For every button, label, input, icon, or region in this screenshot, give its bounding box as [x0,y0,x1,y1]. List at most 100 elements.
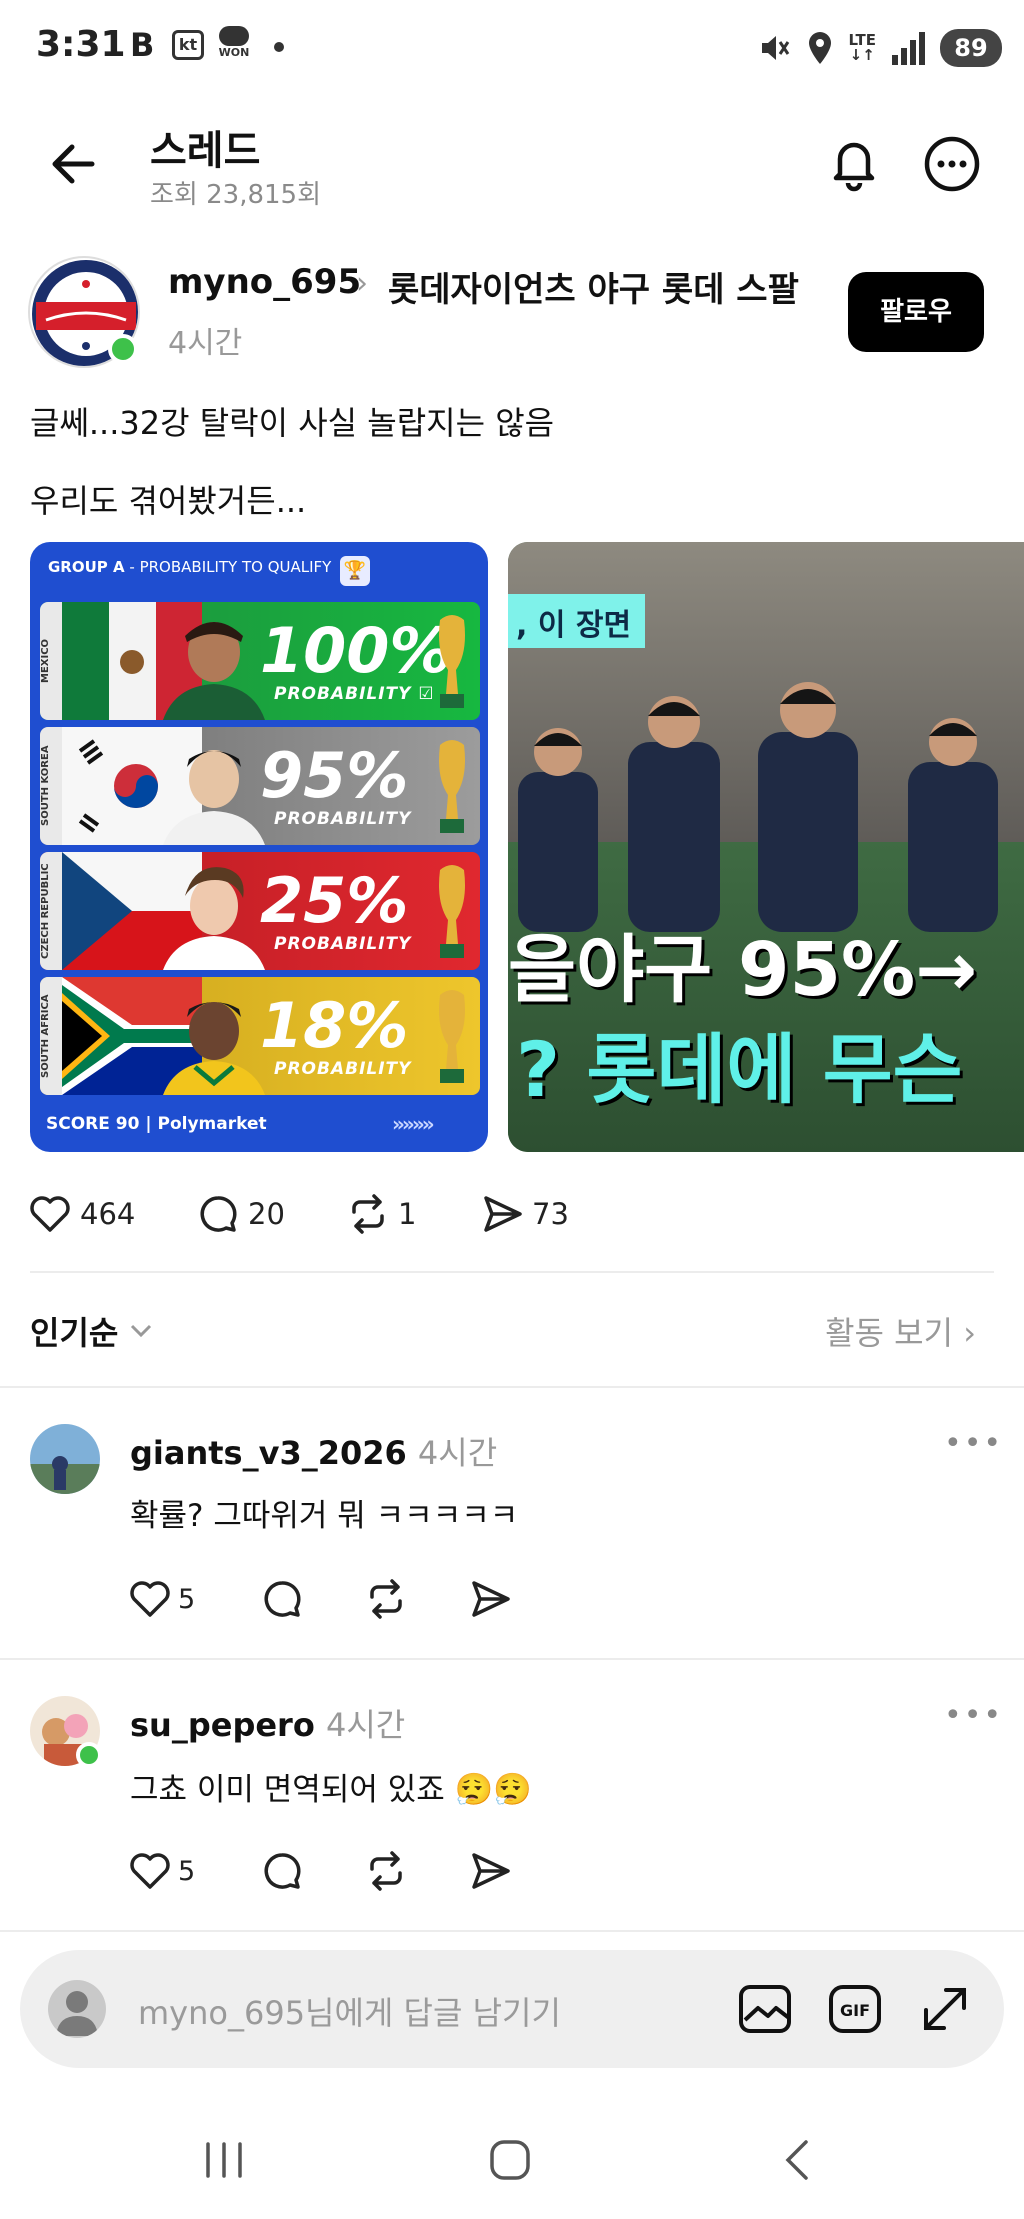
arrow-left-icon [52,144,95,184]
signal-icon [892,32,925,65]
share-button[interactable]: 73 [480,1188,569,1240]
world-cup-badge-icon: 🏆 [340,556,370,586]
divider [0,1658,1024,1660]
probability-percent: 18% [260,989,409,1062]
chevron-right-icon: › [356,266,368,301]
comment-like-count: 5 [178,1583,196,1615]
notification-button[interactable] [822,130,886,194]
home-button[interactable] [480,2130,540,2190]
like-button[interactable]: 464 [28,1188,135,1240]
gif-icon: GIF [829,1985,881,2033]
view-activity-link[interactable]: 활동 보기 › [825,1308,976,1354]
system-back-button[interactable] [768,2130,828,2190]
arrows-icon: »»»» [392,1112,435,1136]
comment-icon [264,1581,301,1617]
comment-share-button[interactable] [468,1574,512,1624]
expand-button[interactable] [916,1980,974,2038]
trophy-icon [439,865,465,958]
home-icon [490,2140,530,2180]
repost-icon [370,1579,402,1619]
bell-icon [833,142,875,192]
network-type: LTE ↓↑ [848,31,876,64]
carrier-b-icon: B [130,26,155,64]
image-icon [739,1985,791,2033]
player-image [163,867,265,970]
comment-username[interactable]: giants_v3_2026 4시간 [130,1428,497,1474]
reply-bar: myno_695님에게 답글 남기기 GIF [20,1950,1004,2068]
post-time: 4시간 [168,326,243,361]
post-image-probability[interactable]: GROUP A - PROBABILITY TO QUALIFY 🏆 MEXIC… [30,542,488,1152]
probability-caption: PROBABILITY ☑ [274,684,435,704]
view-count: 조회 23,815회 [150,180,321,210]
comment-more-button[interactable]: ••• [944,1426,1003,1461]
comment-like-button[interactable]: 5 [128,1574,195,1624]
trophy-icon [439,615,465,708]
comment-time: 4시간 [325,1706,406,1744]
player-image [163,1002,265,1095]
probability-caption: PROBABILITY [274,1059,412,1079]
player-image [163,622,265,720]
comment-share-button[interactable] [468,1846,512,1896]
status-right: LTE ↓↑ 89 [756,26,1002,70]
comment-like-button[interactable]: 5 [128,1846,195,1896]
trophy-icon [439,990,465,1083]
status-time: 3:31 [36,24,126,65]
comment-avatar[interactable] [30,1424,100,1494]
sort-label: 인기순 [30,1314,119,1352]
comment-count: 20 [248,1197,285,1231]
image-footer: SCORE 90 | Polymarket [46,1114,267,1134]
sort-dropdown[interactable]: 인기순 [30,1308,156,1354]
comment-more-button[interactable]: ••• [944,1698,1003,1733]
comment-username[interactable]: su_pepero 4시간 [130,1700,405,1746]
heart-icon [130,1853,170,1889]
country-label: SOUTH KOREA [40,727,62,845]
system-nav-bar [0,2100,1024,2219]
recent-apps-icon [206,2142,242,2178]
comment-reply-button[interactable] [260,1846,304,1896]
image-tag: , 이 장면 [508,594,646,648]
probability-percent: 100% [260,614,452,687]
post-image-baseball[interactable]: , 이 장면 을야구 95%→ ? 롯데에 무슨 [508,542,1024,1152]
post-actions: 464 20 1 73 [28,1188,728,1240]
player-image [163,750,265,845]
reply-input[interactable]: myno_695님에게 답글 남기기 [138,1988,561,2034]
comment-repost-button[interactable] [364,1846,408,1896]
location-icon [809,32,832,64]
probability-caption: PROBABILITY [274,809,412,829]
comment-icon [264,1853,301,1889]
trophy-icon [439,740,465,833]
follow-button[interactable]: 팔로우 [848,272,984,352]
user-photo [30,1424,100,1494]
divider [0,1386,1024,1388]
probability-row-czech: CZECH REPUBLIC 25% PROBABILITY [40,852,480,970]
expand-icon [924,1988,966,2030]
more-circle-icon [924,136,980,192]
mute-icon [762,36,790,60]
divider [0,1930,1024,1932]
back-button[interactable] [44,134,104,194]
send-icon [472,1853,510,1889]
like-count: 464 [80,1197,136,1231]
author-username[interactable]: myno_695 [168,262,361,302]
won-label: WON [218,46,250,59]
recent-apps-button[interactable] [194,2130,254,2190]
heart-icon [30,1196,70,1232]
online-status-dot [76,1742,102,1768]
probability-row-mexico: MEXICO 100% PROBABILITY ☑ [40,602,480,720]
repost-button[interactable]: 1 [346,1188,416,1240]
community-name[interactable]: 롯데자이언츠 야구 롯데 스팔 [388,262,799,311]
comment-text: 그쵸 이미 면역되어 있죠 😮‍💨😮‍💨 [130,1772,532,1808]
post-text-line-1: 글쎄...32강 탈락이 사실 놀랍지는 않음 [30,404,555,442]
comment-repost-button[interactable] [364,1574,408,1624]
comment-actions: 5 [128,1574,528,1624]
comment-button[interactable]: 20 [196,1188,285,1240]
post-text-line-2: 우리도 겪어봤거든... [30,482,307,520]
gif-button[interactable]: GIF [826,1980,884,2038]
app-header: 스레드 조회 23,815회 [0,110,1024,220]
more-options-button[interactable] [922,134,982,194]
heart-icon [130,1581,170,1617]
image-attach-button[interactable] [736,1980,794,2038]
share-count: 73 [532,1197,569,1231]
repost-count: 1 [398,1197,417,1231]
comment-reply-button[interactable] [260,1574,304,1624]
